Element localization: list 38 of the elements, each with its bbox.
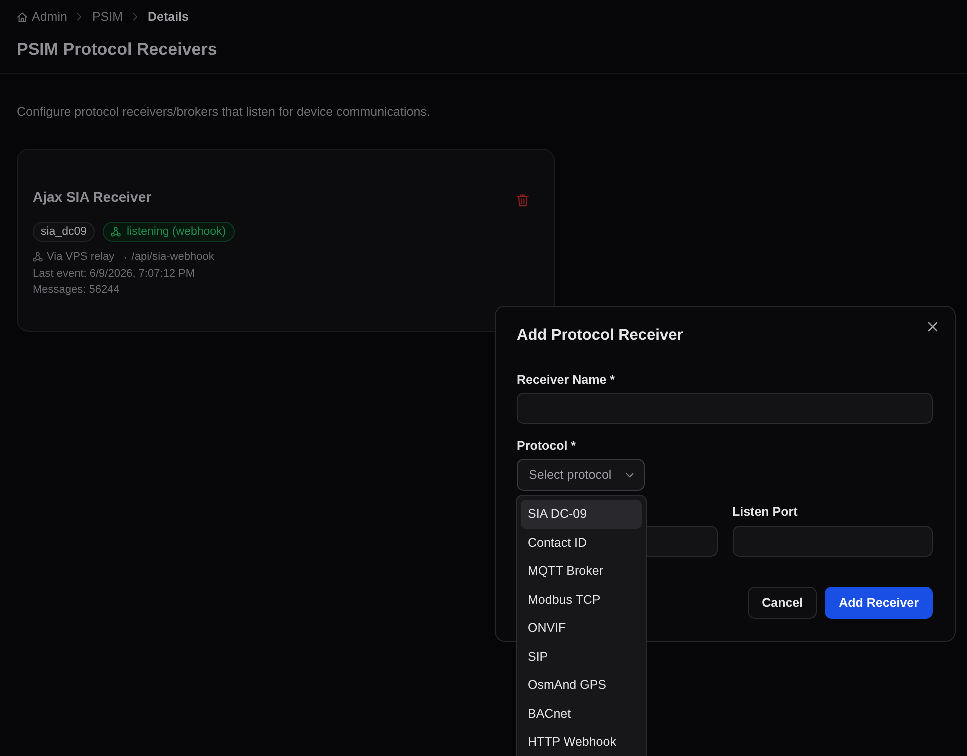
breadcrumb-link[interactable]: Details	[148, 9, 189, 25]
dropdown-option[interactable]: SIA DC-09	[521, 500, 642, 528]
input-field[interactable]	[732, 526, 933, 557]
relay-text: Via VPS relay → /api/sia-webhook	[47, 250, 214, 265]
breadcrumb-link[interactable]: PSIM	[92, 9, 123, 25]
home-icon	[17, 12, 28, 22]
chevron-right-icon	[133, 13, 138, 21]
dropdown-option[interactable]: Modbus TCP	[521, 586, 642, 614]
close-icon	[928, 322, 938, 332]
dropdown-option[interactable]: BACnet	[521, 700, 642, 728]
protocol-badge: sia_dc09	[33, 222, 96, 242]
input-field[interactable]	[517, 393, 933, 424]
last-event-text: Last event: 6/9/2026, 7:07:12 PM	[33, 266, 196, 282]
field-label: Receiver Name *	[517, 372, 615, 388]
dropdown-option[interactable]: ONVIF	[521, 614, 642, 642]
receiver-name: Ajax SIA Receiver	[33, 188, 152, 207]
dropdown-option[interactable]: HTTP Webhook	[521, 728, 642, 756]
nodes-icon	[33, 252, 43, 262]
dialog-title: Add Protocol Receiver	[517, 326, 684, 346]
breadcrumb-link[interactable]: Admin	[17, 9, 68, 25]
add-button[interactable]: Add Receiver	[825, 587, 933, 619]
message-count: Messages: 56244	[33, 283, 121, 298]
cancel-button[interactable]: Cancel	[748, 587, 818, 619]
dropdown-option[interactable]: SIP	[521, 642, 642, 671]
dropdown-option[interactable]: MQTT Broker	[521, 557, 642, 586]
chevron-down-icon	[626, 472, 634, 478]
trash-icon	[517, 194, 529, 206]
status-label: listening (webhook)	[127, 226, 226, 238]
nodes-icon	[111, 227, 122, 237]
close-button[interactable]	[928, 322, 938, 332]
page-description: Configure protocol receivers/brokers that listen for device communications.	[17, 104, 432, 120]
dropdown-option[interactable]: OsmAnd GPS	[521, 671, 642, 700]
field-label: Protocol *	[517, 438, 576, 454]
page-title: PSIM Protocol Receivers	[17, 39, 218, 61]
protocol-select[interactable]: Select protocol	[517, 459, 645, 491]
chevron-right-icon	[77, 13, 82, 21]
dropdown-option[interactable]: Contact ID	[521, 528, 642, 557]
field-label: Listen Port	[732, 504, 798, 520]
